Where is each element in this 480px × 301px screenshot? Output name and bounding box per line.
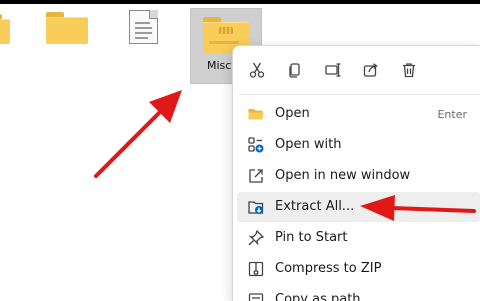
delete-button[interactable] bbox=[395, 56, 423, 84]
new-window-icon bbox=[247, 167, 265, 185]
cut-button[interactable] bbox=[243, 56, 271, 84]
delete-icon bbox=[400, 61, 418, 79]
menu-item-label: Open in new window bbox=[275, 168, 411, 183]
copy-button[interactable] bbox=[281, 56, 309, 84]
zip-icon bbox=[247, 260, 265, 278]
menu-item-pin-to-start[interactable]: Pin to Start bbox=[237, 223, 480, 253]
context-menu: Open Enter Open with Open in new window bbox=[232, 45, 480, 301]
share-button[interactable] bbox=[357, 56, 385, 84]
annotation-arrow-to-file bbox=[94, 90, 182, 178]
menu-item-compress-zip[interactable]: Compress to ZIP bbox=[237, 254, 480, 284]
menu-item-label: Open bbox=[275, 106, 310, 121]
menu-item-open[interactable]: Open Enter bbox=[237, 99, 480, 129]
menu-item-label: Extract All... bbox=[275, 199, 355, 214]
document-icon[interactable] bbox=[129, 10, 158, 44]
folder-open-icon bbox=[247, 105, 265, 123]
document-fold bbox=[149, 10, 158, 19]
menu-item-copy-as-path[interactable]: Copy as path bbox=[237, 285, 480, 301]
quick-actions-bar bbox=[243, 56, 433, 96]
cut-icon bbox=[248, 61, 266, 79]
menu-divider bbox=[239, 94, 480, 95]
menu-item-label: Open with bbox=[275, 137, 342, 152]
file-name-label: Misc. bbox=[207, 59, 235, 72]
pin-icon bbox=[247, 229, 265, 247]
document-line bbox=[135, 27, 152, 29]
document-line bbox=[135, 22, 150, 24]
menu-item-label: Pin to Start bbox=[275, 230, 348, 245]
rename-icon bbox=[324, 61, 342, 79]
window-top-edge bbox=[0, 0, 480, 4]
menu-item-label: Compress to ZIP bbox=[275, 261, 382, 276]
menu-item-shortcut: Enter bbox=[437, 108, 467, 121]
menu-item-open-new-window[interactable]: Open in new window bbox=[237, 161, 480, 191]
document-line bbox=[135, 37, 148, 39]
copy-icon bbox=[286, 61, 304, 79]
zip-folder-line bbox=[209, 41, 239, 44]
menu-item-open-with[interactable]: Open with bbox=[237, 130, 480, 160]
folder-icon-body bbox=[46, 17, 88, 44]
folder-icon-body bbox=[0, 19, 10, 44]
open-with-icon bbox=[247, 136, 265, 154]
zipper-icon bbox=[219, 27, 233, 34]
menu-item-extract-all[interactable]: Extract All... bbox=[237, 192, 480, 222]
extract-icon bbox=[247, 198, 265, 216]
document-line bbox=[135, 32, 152, 34]
folder-icon[interactable] bbox=[0, 14, 10, 44]
share-icon bbox=[362, 61, 380, 79]
folder-icon[interactable] bbox=[46, 12, 88, 44]
rename-button[interactable] bbox=[319, 56, 347, 84]
